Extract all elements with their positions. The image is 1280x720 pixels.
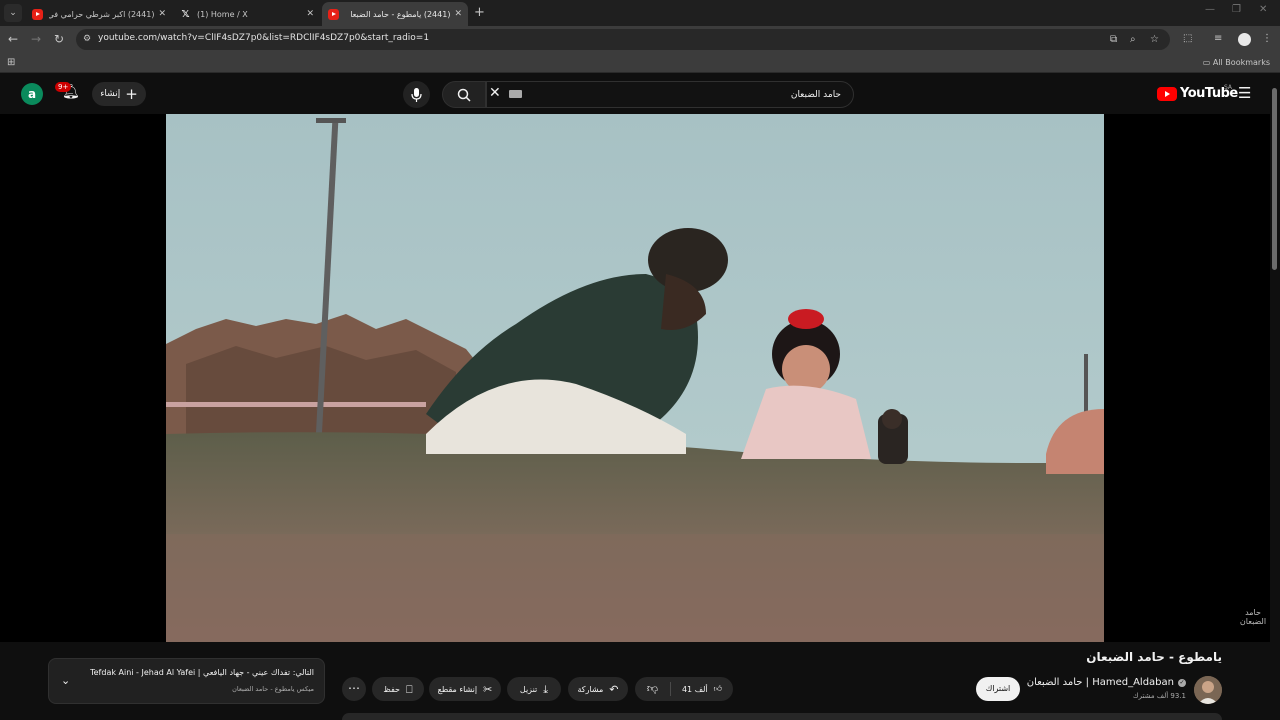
subscribe-button[interactable]: اشتراك [976, 677, 1020, 701]
tab-title: (2441) يامطوع - حامد الضبعا [350, 9, 451, 19]
thumbs-up-icon: 👍︎ [713, 684, 723, 693]
download-icon: ⤓ [543, 682, 549, 696]
tab-search-chevron-icon[interactable]: ⌄ [4, 4, 22, 22]
tab-title: (2441) اكبر شرطي حرامي في دوا [49, 9, 155, 19]
save-label: حفظ [383, 684, 400, 694]
save-button[interactable]: حفظ ⎕ [372, 677, 424, 701]
youtube-favicon-icon [328, 8, 339, 20]
like-button[interactable]: 41 ألف 👍︎ [671, 677, 733, 701]
guide-menu-icon[interactable]: ☰ [1238, 86, 1251, 101]
video-title: يامطوع - حامد الضبعان [1086, 650, 1222, 664]
scissors-icon: ✂ [483, 682, 493, 696]
browser-toolbar: ← → ↻ ⚙ youtube.com/watch?v=ClIF4sDZ7p0&… [0, 26, 1280, 53]
more-menu-icon[interactable]: ⋮ [1262, 33, 1272, 44]
all-bookmarks-label: All Bookmarks [1212, 58, 1270, 67]
new-tab-icon[interactable]: + [474, 5, 485, 20]
minimize-icon[interactable]: — [1205, 4, 1215, 15]
video-frame[interactable] [166, 114, 1104, 642]
video-metadata: يامطوع - حامد الضبعان حامد الضبعان | Ham… [0, 642, 1270, 720]
install-app-icon[interactable]: ⧉ [1110, 34, 1117, 45]
reload-icon[interactable]: ↻ [54, 32, 64, 46]
extensions-icon[interactable]: ⬚ [1183, 33, 1192, 44]
create-label: إنشاء [100, 89, 121, 99]
share-label: مشاركة [577, 684, 604, 694]
youtube-favicon-icon [32, 8, 43, 20]
up-next-title: التالي: تفداك عيني - جهاد اليافعي | Tefd… [90, 668, 314, 677]
window-close-icon[interactable]: ✕ [1259, 4, 1267, 15]
share-button[interactable]: مشاركة ↶ [568, 677, 628, 701]
voice-search-mic-icon[interactable] [403, 81, 430, 108]
media-control-icon[interactable]: ≡ [1214, 33, 1222, 44]
playlist-up-next[interactable]: ⌄ التالي: تفداك عيني - جهاد اليافعي | Te… [48, 658, 325, 704]
search-input[interactable] [486, 81, 854, 108]
all-bookmarks-button[interactable]: ▭ All Bookmarks [1203, 58, 1270, 67]
youtube-play-icon [1157, 86, 1177, 101]
subscriber-count: 93.1 ألف مشترك [1132, 692, 1186, 700]
tab-title: (1) Home / X [197, 9, 248, 19]
search-button[interactable] [442, 81, 486, 108]
url-text[interactable]: youtube.com/watch?v=ClIF4sDZ7p0&list=RDC… [98, 33, 429, 43]
verified-check-icon: ✓ [1178, 678, 1186, 687]
clip-label: إنشاء مقطع [437, 684, 478, 694]
browser-tab-strip: ⌄ (2441) اكبر شرطي حرامي في دوا ✕ 𝕏 (1) … [0, 0, 1280, 26]
zoom-icon[interactable]: ⌕ [1130, 34, 1136, 45]
bookmark-icon: ⎕ [405, 682, 413, 696]
create-button[interactable]: إنشاء + [92, 82, 146, 106]
video-still-image [166, 114, 1104, 642]
account-avatar[interactable]: a [21, 83, 43, 105]
channel-name[interactable]: حامد الضبعان | Hamed_Aldaban ✓ [1027, 677, 1186, 688]
youtube-masthead: a 🔔︎ 9+ إنشاء + ✕ YouTube SA ☰ [0, 76, 1280, 114]
apps-grid-icon[interactable]: ⊞ [7, 57, 15, 68]
x-favicon-icon: 𝕏 [181, 8, 190, 20]
more-actions-icon[interactable]: ⋯ [342, 677, 366, 701]
like-count: 41 ألف [681, 684, 708, 694]
bookmarks-bar: ⊞ ▭ All Bookmarks [0, 53, 1280, 73]
thumbs-down-icon: 👎︎ [646, 682, 659, 695]
clear-search-icon[interactable]: ✕ [489, 86, 501, 100]
browser-tab[interactable]: (2441) اكبر شرطي حرامي في دوا ✕ [26, 2, 172, 26]
clip-button[interactable]: إنشاء مقطع ✂ [429, 677, 501, 701]
bookmark-star-icon[interactable]: ☆ [1150, 34, 1159, 45]
tab-close-icon[interactable]: ✕ [158, 9, 166, 19]
folder-icon: ▭ [1202, 58, 1213, 67]
site-info-icon[interactable]: ⚙ [83, 34, 93, 44]
tab-close-icon[interactable]: ✕ [306, 9, 314, 19]
mix-title: ميكس يامطوع - حامد الضبعان [232, 685, 314, 693]
profile-avatar-icon[interactable] [1238, 33, 1251, 46]
dislike-button[interactable]: 👎︎ [635, 677, 670, 701]
browser-tab-active[interactable]: (2441) يامطوع - حامد الضبعا ✕ [322, 2, 468, 26]
description-box[interactable] [342, 713, 1222, 720]
download-label: تنزيل [519, 684, 538, 694]
download-button[interactable]: تنزيل ⤓ [507, 677, 561, 701]
channel-avatar[interactable] [1194, 676, 1222, 704]
maximize-icon[interactable]: ❐ [1232, 4, 1241, 15]
chevron-down-icon[interactable]: ⌄ [61, 674, 70, 687]
browser-tab[interactable]: 𝕏 (1) Home / X ✕ [174, 2, 320, 26]
address-bar[interactable]: ⚙ youtube.com/watch?v=ClIF4sDZ7p0&list=R… [76, 29, 1170, 50]
scrollbar-thumb[interactable] [1272, 88, 1277, 270]
back-arrow-icon[interactable]: ← [8, 32, 18, 46]
like-dislike-group: 👎︎ 41 ألف 👍︎ [635, 677, 733, 701]
page-scrollbar[interactable] [1270, 76, 1280, 720]
search-icon [457, 88, 471, 106]
plus-icon: + [125, 84, 138, 103]
share-arrow-icon: ↶ [609, 682, 619, 696]
keyboard-icon[interactable] [509, 90, 522, 98]
notifications-badge: 9+ [55, 82, 72, 92]
country-code: SA [1224, 84, 1233, 91]
video-player[interactable]: حامد الضبعان [0, 114, 1270, 642]
forward-arrow-icon[interactable]: → [31, 32, 41, 46]
channel-watermark: حامد الضبعان [1239, 608, 1267, 626]
channel-name-label: حامد الضبعان | Hamed_Aldaban [1026, 677, 1174, 688]
tab-close-icon[interactable]: ✕ [454, 9, 462, 19]
